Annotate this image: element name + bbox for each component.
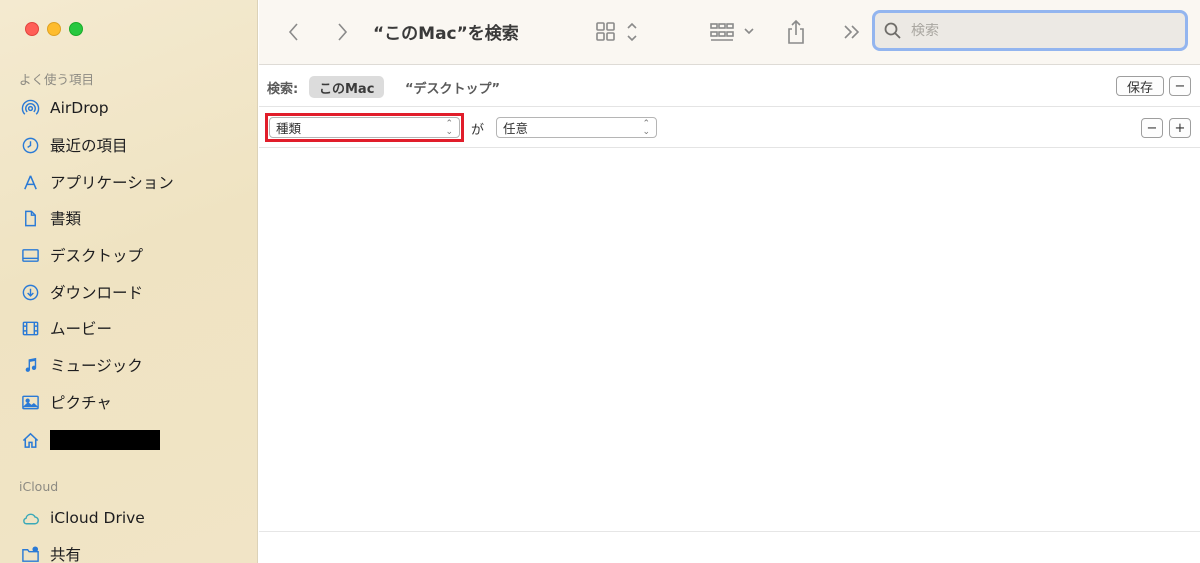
attribute-select[interactable]: 種類 ⌃ ⌄ — [269, 117, 460, 138]
remove-scope-button[interactable]: − — [1169, 76, 1191, 96]
sidebar-item-music[interactable]: ミュージック — [20, 352, 250, 378]
icon-grid-icon — [596, 22, 637, 42]
add-criteria-button[interactable]: + — [1169, 118, 1191, 138]
more-toolbar-button[interactable] — [840, 18, 864, 46]
share-icon — [788, 19, 804, 44]
attribute-select-value: 種類 — [276, 121, 302, 136]
sidebar-item-desktop[interactable]: デスクトップ — [20, 242, 250, 268]
close-window-button[interactable] — [25, 22, 39, 36]
zoom-window-button[interactable] — [69, 22, 83, 36]
chevron-left-icon — [288, 23, 298, 41]
sidebar-item-label: iCloud Drive — [50, 509, 145, 527]
airdrop-icon — [20, 98, 40, 118]
criteria-connector: が — [471, 123, 485, 138]
sidebar: よく使う項目 AirDrop 最近の項目 アプリケーション 書類 デスクトップ — [0, 0, 258, 563]
results-footer-divider — [259, 531, 1200, 532]
download-icon — [20, 282, 40, 302]
scope-label: 検索: — [267, 82, 299, 97]
sidebar-item-label: アプリケーション — [50, 174, 174, 192]
sidebar-item-icloud-drive[interactable]: iCloud Drive — [20, 505, 250, 531]
chevron-right-icon — [338, 23, 348, 41]
value-select[interactable]: 任意 ⌃ ⌄ — [496, 117, 657, 138]
sidebar-item-label: ムービー — [50, 320, 113, 338]
sidebar-item-label: ミュージック — [50, 357, 143, 375]
clock-icon — [20, 135, 40, 155]
minimize-window-button[interactable] — [47, 22, 61, 36]
desktop-icon — [20, 245, 40, 265]
sidebar-section-favorites: よく使う項目 — [19, 72, 95, 87]
group-by-button[interactable] — [708, 18, 758, 46]
sidebar-item-shared[interactable]: 共有 — [20, 541, 250, 563]
sidebar-item-applications[interactable]: アプリケーション — [20, 169, 250, 195]
search-input[interactable] — [911, 22, 1171, 39]
shared-folder-icon — [20, 544, 40, 563]
share-button[interactable] — [784, 18, 808, 46]
scope-desktop-button[interactable]: “デスクトップ” — [405, 78, 500, 97]
scope-this-mac-button[interactable]: このMac — [309, 76, 385, 98]
sidebar-item-airdrop[interactable]: AirDrop — [20, 95, 250, 121]
value-select-value: 任意 — [503, 121, 529, 136]
sidebar-item-label: ダウンロード — [50, 284, 144, 302]
sidebar-item-home[interactable] — [20, 427, 250, 453]
document-icon — [20, 208, 40, 228]
remove-criteria-button[interactable]: − — [1141, 118, 1163, 138]
cloud-icon — [20, 508, 40, 528]
search-icon — [884, 22, 901, 39]
save-search-button[interactable]: 保存 — [1116, 76, 1164, 96]
sidebar-item-movies[interactable]: ムービー — [20, 315, 250, 341]
back-button[interactable] — [283, 18, 305, 46]
sidebar-item-label: 書類 — [50, 210, 82, 228]
sidebar-item-recents[interactable]: 最近の項目 — [20, 132, 250, 158]
chevron-updown-icon: ⌃ ⌄ — [642, 119, 650, 137]
sidebar-item-label: AirDrop — [50, 99, 109, 117]
sidebar-item-label: ピクチャ — [50, 394, 112, 412]
photo-icon — [20, 392, 40, 412]
window-title: “このMac”を検索 — [373, 24, 519, 44]
search-field[interactable] — [872, 10, 1188, 51]
home-icon — [20, 430, 40, 450]
sidebar-section-icloud: iCloud — [19, 479, 59, 494]
sidebar-item-label: 最近の項目 — [50, 137, 128, 155]
double-chevron-right-icon — [844, 25, 860, 39]
sidebar-item-label: デスクトップ — [50, 247, 144, 265]
sidebar-item-downloads[interactable]: ダウンロード — [20, 279, 250, 305]
applications-icon — [20, 172, 40, 192]
search-scope-bar: 検索: このMac “デスクトップ” 保存 − — [259, 66, 1200, 107]
search-criteria-row: 種類 ⌃ ⌄ が 任意 ⌃ ⌄ − + — [259, 108, 1200, 148]
sidebar-item-pictures[interactable]: ピクチャ — [20, 389, 250, 415]
film-icon — [20, 318, 40, 338]
group-grid-icon — [710, 23, 754, 41]
forward-button[interactable] — [331, 18, 353, 46]
music-note-icon — [20, 355, 40, 375]
chevron-updown-icon: ⌃ ⌄ — [445, 119, 453, 137]
redacted-username — [50, 430, 160, 450]
sidebar-item-documents[interactable]: 書類 — [20, 205, 250, 231]
view-mode-button[interactable] — [594, 18, 642, 46]
sidebar-item-label: 共有 — [50, 546, 82, 563]
window-controls — [25, 22, 83, 36]
